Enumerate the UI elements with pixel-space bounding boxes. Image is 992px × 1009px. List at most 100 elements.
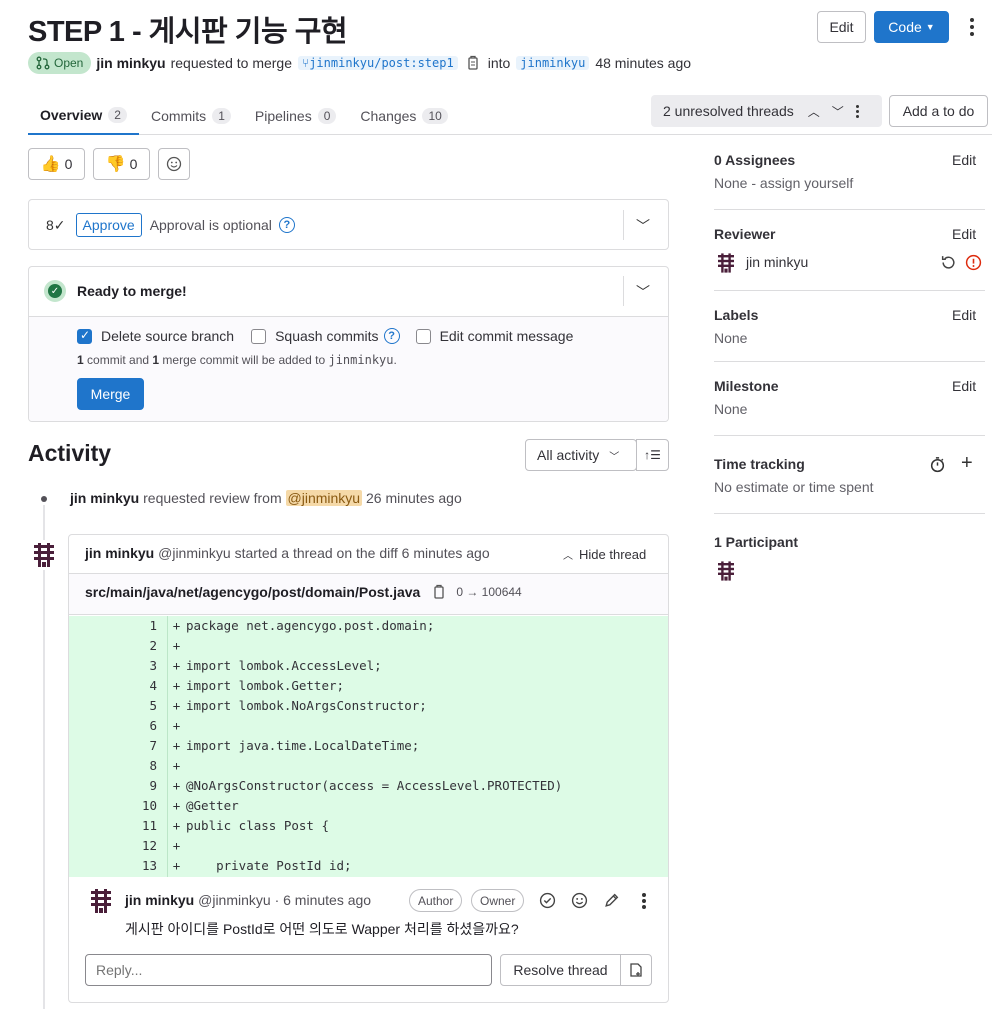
owner-badge: Owner xyxy=(471,889,525,912)
reviewer-edit-link[interactable]: Edit xyxy=(952,226,976,242)
hide-thread-button[interactable]: ︿ Hide thread xyxy=(563,545,646,563)
reviewer-avatar[interactable] xyxy=(714,251,738,275)
code-text: public class Post { xyxy=(186,817,329,833)
assignees-edit-link[interactable]: Edit xyxy=(952,152,976,168)
code-text: @Getter xyxy=(186,797,239,813)
file-path[interactable]: src/main/java/net/agencygo/post/domain/P… xyxy=(85,584,420,600)
reviewer-name[interactable]: jin minkyu xyxy=(746,254,808,270)
chevron-down-icon: ﹀ xyxy=(609,451,620,463)
approval-expand-chevron-icon[interactable]: ﹀ xyxy=(636,216,650,236)
unresolved-threads-label[interactable]: 2 unresolved threads xyxy=(663,103,794,119)
ready-to-merge-text: Ready to merge! xyxy=(77,283,187,299)
delete-source-label: Delete source branch xyxy=(101,328,235,344)
assignees-value[interactable]: None - assign yourself xyxy=(714,175,853,191)
rerequest-review-icon[interactable] xyxy=(940,254,957,271)
comment-user[interactable]: jin minkyu xyxy=(125,892,194,908)
code-text: import java.time.LocalDateTime; xyxy=(186,737,420,753)
edit-button[interactable]: Edit xyxy=(817,11,866,43)
thumbsdown-button[interactable]: 👎 0 xyxy=(93,148,150,180)
merge-button[interactable]: Merge xyxy=(77,378,144,410)
code-button[interactable]: Code ▼ xyxy=(874,11,949,43)
unresolved-threads-widget: 2 unresolved threads ︿ ﹀ xyxy=(651,95,882,127)
add-reaction-button[interactable] xyxy=(158,148,190,180)
add-time-icon[interactable]: + xyxy=(961,452,973,475)
resolve-issue-button[interactable] xyxy=(620,954,652,986)
sort-order-button[interactable]: ↑☰ xyxy=(636,439,669,471)
source-branch[interactable]: ⑂jinminkyu/post:step1 xyxy=(298,56,458,70)
activity-filter-dropdown[interactable]: All activity ﹀ xyxy=(525,439,637,471)
comment-meta[interactable]: @jinminkyu · 6 minutes ago xyxy=(198,892,371,908)
edit-commit-checkbox[interactable] xyxy=(415,328,431,344)
event-user[interactable]: jin minkyu xyxy=(70,490,139,506)
tab-commits[interactable]: Commits 1 xyxy=(139,96,243,135)
thumbsup-icon: 👍 xyxy=(40,156,61,173)
milestone-edit-link[interactable]: Edit xyxy=(952,378,976,394)
thumbsup-button[interactable]: 👍 0 xyxy=(28,148,85,180)
more-actions-icon[interactable] xyxy=(966,16,978,38)
reply-input[interactable] xyxy=(85,954,492,986)
help-icon[interactable]: ? xyxy=(278,217,295,233)
diff-line: 8 + xyxy=(149,757,181,773)
success-check-icon: ✓ xyxy=(45,281,65,301)
diff-line: 11 + public class Post { xyxy=(141,817,329,833)
labels-edit-link[interactable]: Edit xyxy=(952,307,976,323)
thread-handle[interactable]: @jinminkyu xyxy=(158,545,231,561)
delete-source-checkbox[interactable]: ✓ xyxy=(77,328,92,344)
participant-avatar[interactable] xyxy=(714,559,738,583)
tab-overview[interactable]: Overview 2 xyxy=(28,96,139,135)
diff-line: 10 + @Getter xyxy=(141,797,239,813)
reviewer-title: Reviewer xyxy=(714,226,776,242)
code-text: private PostId id; xyxy=(186,857,352,873)
add-reaction-icon[interactable] xyxy=(571,892,588,909)
status-text: Open xyxy=(54,56,84,70)
user-avatar[interactable] xyxy=(29,540,59,570)
add-todo-button[interactable]: Add a to do xyxy=(889,95,988,127)
more-icon[interactable] xyxy=(855,104,859,118)
error-icon xyxy=(965,254,982,271)
thread-text: started a thread on the diff xyxy=(234,545,398,561)
tab-changes[interactable]: Changes 10 xyxy=(348,96,459,135)
code-text: package net.agencygo.post.domain; xyxy=(186,617,435,633)
timeline-dot xyxy=(41,496,47,502)
squash-help-icon[interactable]: ? xyxy=(383,328,400,344)
into-text: into xyxy=(487,55,511,71)
diff-line: 1 + package net.agencygo.post.domain; xyxy=(149,617,435,633)
thread-time: 6 minutes ago xyxy=(401,545,490,561)
code-text: import lombok.Getter; xyxy=(186,677,345,693)
event-mention[interactable]: @jinminkyu xyxy=(285,490,363,506)
chevron-up-icon[interactable]: ︿ xyxy=(808,103,820,120)
create-issue-icon xyxy=(630,963,642,977)
squash-checkbox[interactable] xyxy=(251,328,267,344)
edit-pencil-icon[interactable] xyxy=(603,892,620,909)
copy-file-path-icon[interactable] xyxy=(432,584,446,600)
diff-line: 3 + import lombok.AccessLevel; xyxy=(149,657,382,673)
diff-line: 4 + import lombok.Getter; xyxy=(149,677,345,693)
resolve-thread-button[interactable]: Resolve thread xyxy=(500,954,621,986)
status-badge: Open xyxy=(28,52,92,74)
milestone-value: None xyxy=(714,401,748,417)
merge-request-icon xyxy=(36,56,50,70)
chevron-down-icon: ▼ xyxy=(925,22,935,32)
copy-icon[interactable] xyxy=(466,55,480,71)
resolve-check-icon[interactable] xyxy=(539,892,556,909)
merge-expand-chevron-icon[interactable]: ﹀ xyxy=(636,282,650,302)
participants-title: 1 Participant xyxy=(714,534,799,550)
squash-label: Squash commits xyxy=(275,328,379,344)
merge-info-text: 1 commit and 1 merge commit will be adde… xyxy=(77,353,397,367)
comment-avatar[interactable] xyxy=(86,886,116,916)
author-name[interactable]: jin minkyu xyxy=(96,55,165,71)
code-text: import lombok.NoArgsConstructor; xyxy=(186,697,427,713)
target-branch[interactable]: jinminkyu xyxy=(516,56,590,70)
labels-title: Labels xyxy=(714,307,759,323)
page-title: STEP 1 - 게시판 기능 구현 xyxy=(28,16,348,48)
tab-pipelines[interactable]: Pipelines 0 xyxy=(243,96,349,135)
comment-more-icon[interactable] xyxy=(641,893,646,909)
thread-user[interactable]: jin minkyu xyxy=(85,545,154,561)
activity-title: Activity xyxy=(28,440,112,466)
approval-icon: 8✓ xyxy=(46,216,66,233)
stopwatch-icon[interactable] xyxy=(929,456,946,473)
chevron-down-icon[interactable]: ﹀ xyxy=(832,103,844,120)
chevron-up-icon: ︿ xyxy=(563,550,573,562)
diff-line: 6 + xyxy=(149,717,181,733)
approve-button[interactable]: Approve xyxy=(75,213,142,237)
